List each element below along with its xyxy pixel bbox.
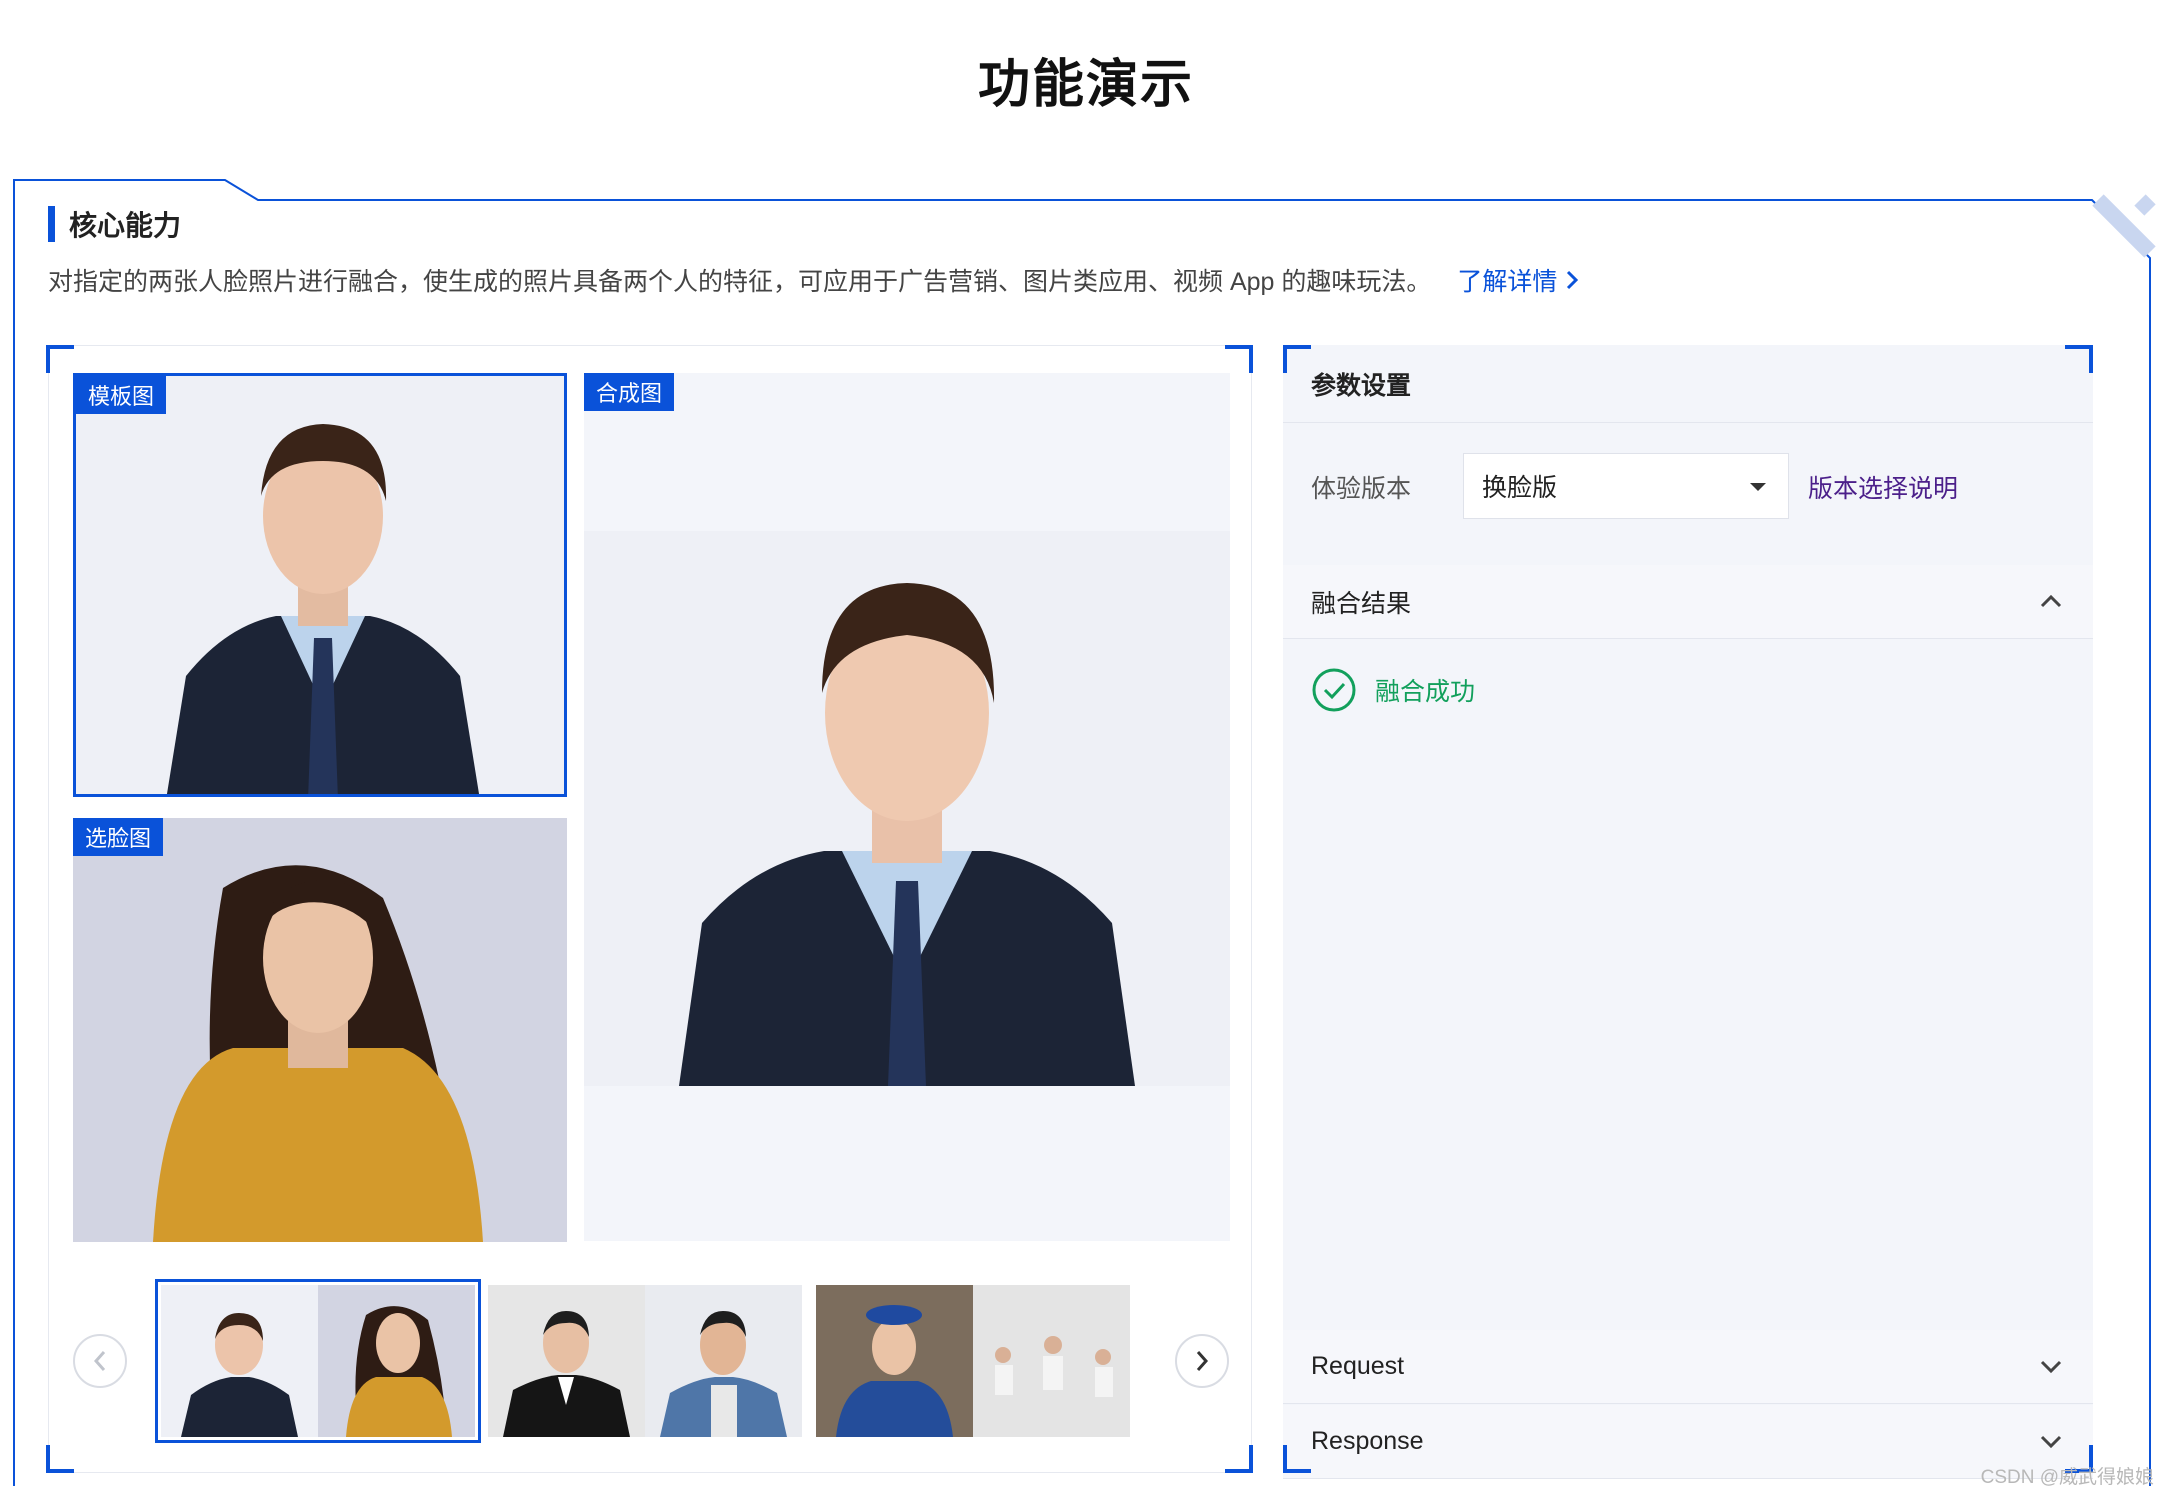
template-image-panel[interactable]: 模板图 xyxy=(73,373,567,797)
corner-decoration xyxy=(1225,345,1253,373)
request-accordion-header[interactable]: Request xyxy=(1283,1330,2093,1404)
thumb-woman-image xyxy=(346,1306,452,1437)
chevron-left-icon xyxy=(93,1351,106,1371)
carousel-prev-button[interactable] xyxy=(73,1334,127,1388)
chevron-right-icon xyxy=(1196,1351,1209,1371)
result-image-panel: 合成图 xyxy=(584,373,1230,1241)
description-text: 对指定的两张人脸照片进行融合，使生成的照片具备两个人的特征，可应用于广告营销、图… xyxy=(48,268,1432,296)
caret-down-icon xyxy=(1750,483,1766,491)
corner-decoration xyxy=(2065,345,2093,373)
result-status-text: 融合成功 xyxy=(1375,678,1476,706)
chevron-up-icon xyxy=(2040,594,2062,608)
version-label: 体验版本 xyxy=(1311,475,1412,503)
result-person-image xyxy=(584,373,1230,1241)
corner-decoration xyxy=(1225,1445,1253,1473)
thumbnail-pair-3[interactable] xyxy=(816,1285,1130,1437)
chevron-down-icon xyxy=(2040,1360,2062,1374)
request-label: Request xyxy=(1311,1352,1405,1380)
version-select-value: 换脸版 xyxy=(1482,474,1558,502)
thumb-man-image xyxy=(181,1313,298,1437)
thumb-stewardess-image xyxy=(816,1285,973,1437)
section-header: 核心能力 xyxy=(48,205,181,243)
section-accent-bar xyxy=(48,206,55,242)
learn-more-link[interactable]: 了解详情 xyxy=(1457,262,1579,298)
thumb-denim-man-image xyxy=(660,1311,787,1437)
section-title: 核心能力 xyxy=(69,210,182,241)
result-section-label: 融合结果 xyxy=(1311,589,1412,618)
chevron-down-icon xyxy=(2040,1435,2062,1449)
result-status: 融合成功 xyxy=(1311,667,1475,713)
settings-title: 参数设置 xyxy=(1283,345,2093,423)
corner-decoration xyxy=(46,345,74,373)
template-person-image xyxy=(76,376,564,794)
response-label: Response xyxy=(1311,1427,1424,1455)
version-help-link[interactable]: 版本选择说明 xyxy=(1808,469,1958,505)
section-description: 对指定的两张人脸照片进行融合，使生成的照片具备两个人的特征，可应用于广告营销、图… xyxy=(48,262,1579,298)
watermark: CSDN @威武得娘娘 xyxy=(1980,1467,2154,1486)
face-person-image xyxy=(73,818,567,1242)
settings-panel: 参数设置 体验版本 换脸版 版本选择说明 融合结果 融合成功 Request R… xyxy=(1283,345,2093,1479)
thumbnail-pair-1[interactable] xyxy=(155,1279,481,1443)
result-accordion-header[interactable]: 融合结果 xyxy=(1283,565,2093,639)
corner-decoration xyxy=(1283,345,1311,373)
corner-decoration xyxy=(1283,1445,1311,1473)
chevron-right-icon xyxy=(1567,270,1579,290)
template-tag: 模板图 xyxy=(76,376,167,414)
response-accordion-header[interactable]: Response xyxy=(1283,1405,2093,1479)
face-tag: 选脸图 xyxy=(73,818,164,856)
thumbnail-pair-2[interactable] xyxy=(488,1285,802,1437)
thumb-runners-image xyxy=(973,1285,1130,1437)
face-image-panel[interactable]: 选脸图 xyxy=(73,818,567,1242)
check-circle-icon xyxy=(1312,668,1356,712)
thumb-tuxedo-man-image xyxy=(503,1311,630,1437)
version-select[interactable]: 换脸版 xyxy=(1463,453,1789,519)
corner-decoration xyxy=(46,1445,74,1473)
learn-more-label: 了解详情 xyxy=(1457,268,1558,296)
result-tag: 合成图 xyxy=(584,373,675,411)
carousel-next-button[interactable] xyxy=(1175,1334,1229,1388)
